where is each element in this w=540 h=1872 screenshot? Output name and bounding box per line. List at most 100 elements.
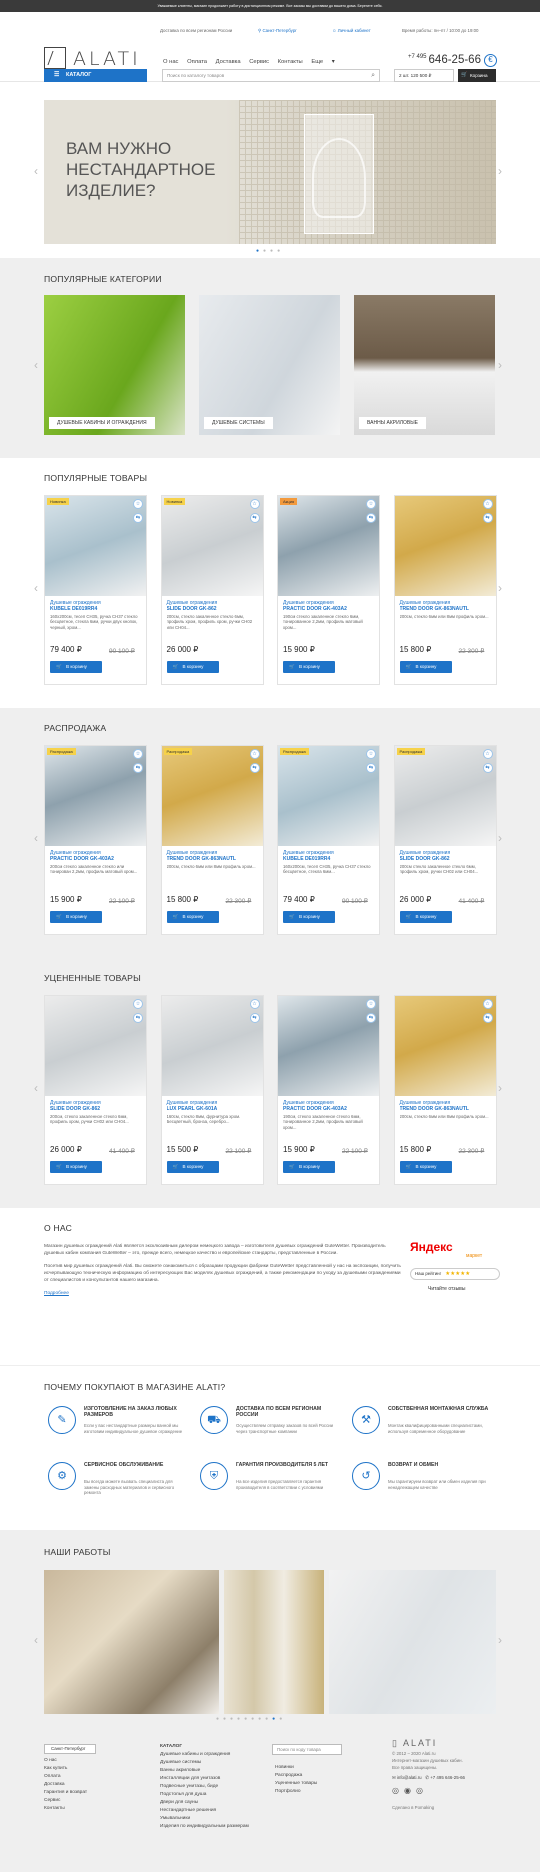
nav-service[interactable]: Сервис: [249, 59, 269, 65]
category-card[interactable]: ДУШЕВЫЕ СИСТЕМЫ: [199, 295, 340, 435]
footer-link[interactable]: Ванны акриловые: [160, 1767, 249, 1775]
footer-logo[interactable]: ▯ ALATI: [392, 1739, 465, 1748]
product-name[interactable]: TREND DOOR GK-863NAUTL: [167, 856, 262, 862]
product-name[interactable]: KUBELE DE019RR4: [50, 606, 145, 612]
slider-prev-icon[interactable]: ‹: [34, 164, 38, 178]
product-name[interactable]: SLIDE DOOR GK-862: [50, 1106, 145, 1112]
add-to-cart-button[interactable]: В корзину: [399, 1161, 452, 1173]
footer-link[interactable]: Нестандартные решения: [160, 1807, 249, 1815]
compare-icon[interactable]: ☆: [133, 999, 143, 1009]
about-more-link[interactable]: Подробнее: [44, 1291, 69, 1296]
compare-icon[interactable]: ☆: [249, 749, 260, 759]
city-selector[interactable]: ⚲ Санкт-Петербург: [258, 28, 297, 34]
search-input[interactable]: Поиск по каталогу товаров ⌕: [162, 69, 380, 82]
product-image[interactable]: [278, 496, 379, 596]
footer-link[interactable]: Новинки: [275, 1764, 317, 1772]
yandex-market-widget[interactable]: Яндекс маркет Наш рейтинг ★★★★★ Читайте о…: [410, 1240, 500, 1305]
product-card[interactable]: ☆ ⇆ Душевые ограждения PRACTIC DOOR GK-403A…: [277, 995, 380, 1185]
compare-icon[interactable]: ☆: [482, 749, 493, 759]
products-next-icon[interactable]: ›: [498, 1081, 502, 1095]
product-card[interactable]: ☆ ⇆ Душевые ограждения LUX PEARL GK-601A 160…: [160, 995, 264, 1185]
compare-icon[interactable]: ☆: [249, 499, 260, 509]
product-name[interactable]: PRACTIC DOOR GK-403A2: [283, 1106, 378, 1112]
favorite-icon[interactable]: ⇆: [366, 763, 376, 773]
product-name[interactable]: KUBELE DE019RR4: [283, 856, 378, 862]
add-to-cart-button[interactable]: В корзину: [166, 1161, 219, 1173]
cart-summary[interactable]: 2 шт. 120 500 ₽: [394, 69, 454, 82]
favorite-icon[interactable]: ⇆: [482, 1013, 493, 1023]
favorite-icon[interactable]: ⇆: [133, 1013, 143, 1023]
footer-link[interactable]: Распродажа: [275, 1772, 317, 1780]
footer-link[interactable]: Уцененные товары: [275, 1780, 317, 1788]
work-photo[interactable]: [329, 1570, 496, 1714]
footer-link[interactable]: Инсталляции для унитазов: [160, 1775, 249, 1783]
product-card[interactable]: Новинка ☆ ⇆ Душевые ограждения SLIDE DOOR GK…: [160, 495, 264, 685]
favorite-icon[interactable]: ⇆: [133, 513, 143, 523]
whatsapp-icon[interactable]: ◎: [392, 1786, 404, 1795]
footer-link[interactable]: О нас: [44, 1757, 87, 1765]
made-by[interactable]: Сделано в Pomaking: [392, 1804, 465, 1811]
nav-contacts[interactable]: Контакты: [278, 59, 303, 65]
nav-payment[interactable]: Оплата: [187, 59, 207, 65]
footer-link[interactable]: Портфолио: [275, 1788, 317, 1796]
footer-link[interactable]: Душевые кабины и ограждения: [160, 1751, 249, 1759]
add-to-cart-button[interactable]: В корзину: [50, 661, 102, 673]
compare-icon[interactable]: ☆: [482, 499, 493, 509]
footer-link[interactable]: Душевые системы: [160, 1759, 249, 1767]
favorite-icon[interactable]: ⇆: [482, 763, 493, 773]
add-to-cart-button[interactable]: В корзину: [399, 911, 452, 923]
product-card[interactable]: Распродажа ☆ ⇆ Душевые ограждения TREND DOOR…: [160, 745, 264, 935]
products-prev-icon[interactable]: ‹: [34, 1081, 38, 1095]
favorite-icon[interactable]: ⇆: [249, 513, 260, 523]
account-link[interactable]: ☺ Личный кабинет: [332, 28, 371, 33]
footer-link[interactable]: Подвесные унитазы, биде: [160, 1783, 249, 1791]
work-photo[interactable]: [224, 1570, 324, 1714]
slider-next-icon[interactable]: ›: [498, 164, 502, 178]
product-card[interactable]: ☆ ⇆ Душевые ограждения TREND DOOR GK-863NAU…: [393, 995, 497, 1185]
product-image[interactable]: [45, 746, 146, 846]
header-phone[interactable]: +7 495 646-25-66 €: [408, 54, 497, 67]
product-image[interactable]: [161, 746, 263, 846]
viber-icon[interactable]: ◎: [416, 1786, 428, 1795]
product-image[interactable]: [45, 496, 146, 596]
phone-link[interactable]: ✆ +7 495 646-25-66: [425, 1775, 465, 1780]
favorite-icon[interactable]: ⇆: [366, 1013, 376, 1023]
footer-link[interactable]: Умывальники: [160, 1815, 249, 1823]
reviews-link[interactable]: Читайте отзывы: [428, 1286, 465, 1292]
add-to-cart-button[interactable]: В корзину: [50, 1161, 102, 1173]
compare-icon[interactable]: ☆: [133, 749, 143, 759]
product-image[interactable]: [161, 496, 263, 596]
products-next-icon[interactable]: ›: [498, 831, 502, 845]
product-name[interactable]: TREND DOOR GK-863NAUTL: [400, 1106, 495, 1112]
nav-more[interactable]: Еще ▾: [311, 59, 341, 65]
footer-link[interactable]: Доставка: [44, 1781, 87, 1789]
product-image[interactable]: [278, 746, 379, 846]
categories-next-icon[interactable]: ›: [498, 358, 502, 372]
product-name[interactable]: PRACTIC DOOR GK-403A2: [283, 606, 378, 612]
product-image[interactable]: [161, 996, 263, 1096]
footer-link[interactable]: Гарантия и возврат: [44, 1789, 87, 1797]
product-name[interactable]: SLIDE DOOR GK-862: [400, 856, 495, 862]
works-next-icon[interactable]: ›: [498, 1633, 502, 1647]
slider-dots[interactable]: ●●●●: [256, 248, 284, 254]
products-prev-icon[interactable]: ‹: [34, 831, 38, 845]
product-card[interactable]: Распродажа ☆ ⇆ Душевые ограждения PRACTIC DO…: [44, 745, 147, 935]
compare-icon[interactable]: ☆: [133, 499, 143, 509]
add-to-cart-button[interactable]: В корзину: [166, 911, 219, 923]
favorite-icon[interactable]: ⇆: [249, 1013, 260, 1023]
site-logo[interactable]: ALATI: [44, 47, 154, 70]
product-card[interactable]: Распродажа ☆ ⇆ Душевые ограждения KUBELE DE0…: [277, 745, 380, 935]
favorite-icon[interactable]: ⇆: [249, 763, 260, 773]
add-to-cart-button[interactable]: В корзину: [283, 1161, 335, 1173]
nav-about[interactable]: О нас: [163, 59, 178, 65]
product-image[interactable]: [394, 496, 496, 596]
product-image[interactable]: [278, 996, 379, 1096]
product-image[interactable]: [394, 996, 496, 1096]
footer-link[interactable]: Изделия по индивидуальным размерам: [160, 1823, 249, 1831]
product-card[interactable]: Новинка ☆ ⇆ Душевые ограждения KUBELE DE019R…: [44, 495, 147, 685]
product-card[interactable]: ☆ ⇆ Душевые ограждения SLIDE DOOR GK-862 200…: [44, 995, 147, 1185]
work-photo[interactable]: [44, 1570, 219, 1714]
favorite-icon[interactable]: ⇆: [133, 763, 143, 773]
works-prev-icon[interactable]: ‹: [34, 1633, 38, 1647]
cart-button[interactable]: Корзина: [458, 69, 496, 82]
